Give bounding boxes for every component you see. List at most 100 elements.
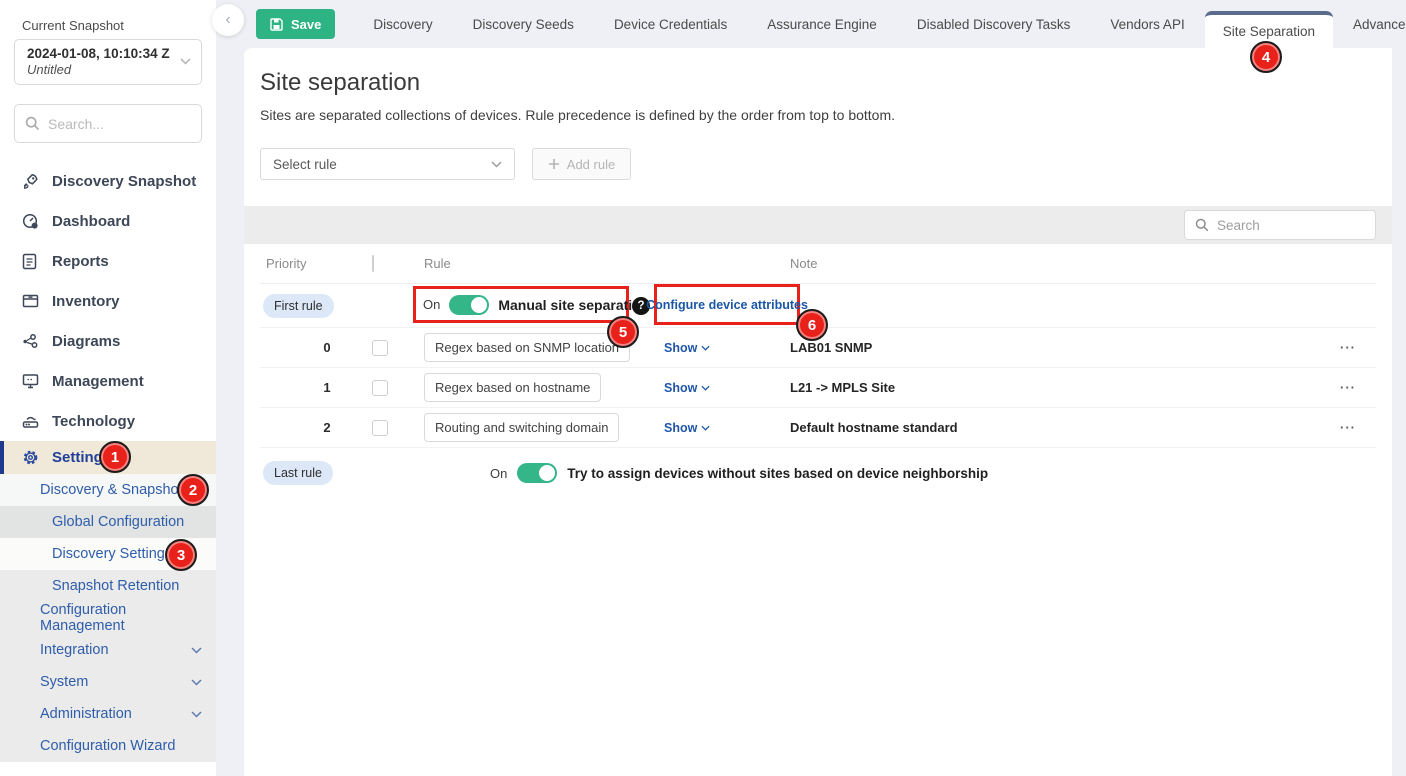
sidebar-search[interactable] <box>14 104 202 143</box>
search-icon <box>25 116 40 131</box>
tab-advanced-cli[interactable]: Advanced CLI <box>1333 0 1406 48</box>
chevron-down-icon <box>180 58 191 65</box>
row-actions-icon[interactable]: ··· <box>1340 420 1376 435</box>
sidebar-item-administration[interactable]: Administration <box>0 698 216 730</box>
chevron-down-icon <box>191 679 202 686</box>
row-checkbox[interactable] <box>372 420 388 436</box>
sidebar-item-discovery-snapshot[interactable]: Discovery Snapshot <box>0 161 216 201</box>
sidebar-search-input[interactable] <box>48 116 188 132</box>
select-rule-dropdown[interactable]: Select rule <box>260 148 515 180</box>
sidebar-item-label: Reports <box>52 253 109 270</box>
tab-disabled-discovery-tasks[interactable]: Disabled Discovery Tasks <box>897 0 1091 48</box>
sidebar-collapse-button[interactable]: ‹ <box>212 4 244 36</box>
sidebar-item-configuration-management[interactable]: Configuration Management <box>0 602 216 634</box>
sidebar-item-label: System <box>0 674 88 690</box>
sidebar-item-label: Integration <box>0 642 109 658</box>
diagram-nodes-icon <box>22 333 39 350</box>
sidebar-item-dashboard[interactable]: Dashboard <box>0 201 216 241</box>
row-actions-icon[interactable]: ··· <box>1340 380 1376 395</box>
tab-discovery[interactable]: Discovery <box>353 0 452 48</box>
sidebar-item-label: Discovery Snapshot <box>52 173 196 190</box>
annotation-box-manual-site-separation: On Manual site separation <box>413 286 629 323</box>
sidebar-item-configuration-wizard[interactable]: Configuration Wizard <box>0 730 216 762</box>
rule-chip[interactable]: Regex based on SNMP location <box>424 333 630 362</box>
first-rule-badge: First rule <box>263 294 334 318</box>
sidebar-item-management[interactable]: Management <box>0 361 216 401</box>
show-link[interactable]: Show <box>664 341 710 355</box>
priority-value: 1 <box>282 380 372 395</box>
sidebar-item-label: Management <box>52 373 144 390</box>
search-icon <box>1195 218 1209 232</box>
chevron-down-icon <box>191 711 202 718</box>
sidebar-item-system[interactable]: System <box>0 666 216 698</box>
gear-icon <box>22 449 39 466</box>
monitor-icon <box>22 373 39 389</box>
sidebar-item-label: Snapshot Retention <box>0 578 179 594</box>
sidebar-item-discovery-settings[interactable]: Discovery Settings 3 <box>0 538 216 570</box>
rule-chip[interactable]: Routing and switching domain <box>424 413 619 442</box>
table-search-input[interactable] <box>1217 218 1357 233</box>
row-checkbox[interactable] <box>372 340 388 356</box>
priority-value: 2 <box>282 420 372 435</box>
annotation-marker-5: 5 <box>607 316 639 348</box>
tabs: Discovery Discovery Seeds Device Credent… <box>353 0 1406 48</box>
configure-device-attributes-link[interactable]: Configure device attributes <box>646 298 808 312</box>
manual-site-separation-toggle[interactable] <box>449 295 489 315</box>
sidebar-item-settings[interactable]: Settings 1 <box>0 441 216 474</box>
table-row: 1 Regex based on hostname Show L21 -> MP… <box>260 368 1376 408</box>
note-value: Default hostname standard <box>790 420 1340 435</box>
sidebar-item-integration[interactable]: Integration <box>0 634 216 666</box>
sidebar-item-snapshot-retention[interactable]: Snapshot Retention <box>0 570 216 602</box>
note-value: L21 -> MPLS Site <box>790 380 1340 395</box>
sidebar-item-label: Administration <box>0 706 132 722</box>
sidebar-item-diagrams[interactable]: Diagrams <box>0 321 216 361</box>
device-neighborship-toggle[interactable] <box>517 463 557 483</box>
sidebar-item-label: Technology <box>52 413 135 430</box>
add-rule-button[interactable]: Add rule <box>532 148 631 180</box>
priority-value: 0 <box>282 340 372 355</box>
row-actions-icon[interactable]: ··· <box>1340 340 1376 355</box>
column-header-note: Note <box>790 256 1340 271</box>
inventory-box-icon <box>22 293 39 309</box>
page-title: Site separation <box>260 69 1376 97</box>
toggle-state-label: On <box>423 297 440 312</box>
tab-assurance-engine[interactable]: Assurance Engine <box>747 0 897 48</box>
sidebar-item-technology[interactable]: Technology <box>0 401 216 441</box>
tab-bar: Save Discovery Discovery Seeds Device Cr… <box>244 0 1406 48</box>
rule-controls: Select rule Add rule <box>260 148 1376 180</box>
sidebar-item-global-configuration[interactable]: Global Configuration <box>0 506 216 538</box>
site-separation-panel: Site separation Sites are separated coll… <box>244 48 1392 776</box>
sidebar: Current Snapshot 2024-01-08, 10:10:34 Z … <box>0 0 216 776</box>
device-icon <box>22 413 39 429</box>
sidebar-item-label: Discovery & Snapshots <box>0 482 190 498</box>
sidebar-nav: Discovery Snapshot Dashboard Reports Inv… <box>0 161 216 762</box>
tab-discovery-seeds[interactable]: Discovery Seeds <box>453 0 594 48</box>
table-row: 2 Routing and switching domain Show Defa… <box>260 408 1376 448</box>
rule-chip[interactable]: Regex based on hostname <box>424 373 601 402</box>
show-link[interactable]: Show <box>664 421 710 435</box>
snapshot-selector[interactable]: 2024-01-08, 10:10:34 Z Untitled <box>14 39 202 85</box>
chevron-down-icon <box>191 647 202 654</box>
column-header-priority: Priority <box>260 256 372 271</box>
sidebar-item-inventory[interactable]: Inventory <box>0 281 216 321</box>
show-link[interactable]: Show <box>664 381 710 395</box>
chevron-down-icon <box>491 161 502 168</box>
floppy-save-icon <box>270 18 283 31</box>
tab-vendors-api[interactable]: Vendors API <box>1090 0 1204 48</box>
page-subtitle: Sites are separated collections of devic… <box>260 107 1376 123</box>
annotation-box-configure-device-attributes: Configure device attributes <box>654 284 800 325</box>
sidebar-item-label: Diagrams <box>52 333 120 350</box>
current-snapshot-label: Current Snapshot <box>0 0 216 39</box>
row-checkbox[interactable] <box>372 380 388 396</box>
tab-device-credentials[interactable]: Device Credentials <box>594 0 747 48</box>
table-search[interactable] <box>1184 210 1376 240</box>
annotation-marker-4: 4 <box>1250 41 1282 73</box>
sidebar-item-discovery-and-snapshots[interactable]: Discovery & Snapshots 2 <box>0 474 216 506</box>
column-header-rule: Rule <box>424 256 790 271</box>
sidebar-item-reports[interactable]: Reports <box>0 241 216 281</box>
select-all-checkbox[interactable] <box>372 255 374 272</box>
annotation-marker-6: 6 <box>796 309 828 341</box>
annotation-marker-1: 1 <box>99 441 131 473</box>
sidebar-item-label: Discovery Settings <box>0 546 172 562</box>
save-button[interactable]: Save <box>256 9 335 39</box>
